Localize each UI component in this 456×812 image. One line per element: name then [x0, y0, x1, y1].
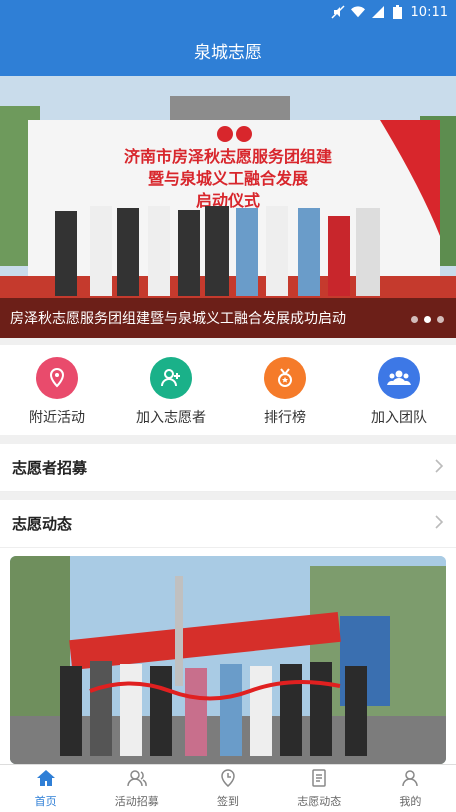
tab-label: 首页	[34, 794, 57, 808]
news-card[interactable]	[0, 548, 456, 764]
banner-carousel[interactable]: 济南市房泽秋志愿服务团组建 暨与泉城义工融合发展 启动仪式 房泽秋志愿服务团组建…	[0, 76, 456, 338]
quick-action-label: 附近活动	[29, 410, 85, 426]
tab-mine[interactable]: 我的	[365, 765, 456, 812]
banner-stage-line2: 暨与泉城义工融合发展	[148, 169, 309, 188]
carousel-dot[interactable]	[437, 316, 444, 323]
tab-label: 活动招募	[114, 794, 159, 808]
section-title: 志愿动态	[12, 515, 73, 533]
home-icon	[36, 769, 56, 793]
quick-action-ranking[interactable]: 排行榜	[228, 345, 342, 435]
tab-checkin[interactable]: 签到	[182, 765, 273, 812]
tab-label: 志愿动态	[297, 794, 342, 808]
carousel-dot[interactable]	[411, 316, 418, 323]
medal-icon	[264, 357, 306, 399]
checkin-icon	[219, 768, 237, 793]
quick-action-label: 加入志愿者	[136, 410, 206, 426]
quick-action-label: 排行榜	[264, 410, 306, 426]
section-title: 志愿者招募	[12, 459, 88, 477]
chevron-right-icon	[434, 513, 444, 534]
tab-volunteer-news[interactable]: 志愿动态	[274, 765, 365, 812]
status-time: 10:11	[410, 4, 448, 20]
banner-caption: 房泽秋志愿服务团组建暨与泉城义工融合发展成功启动	[0, 298, 456, 338]
signal-icon	[371, 5, 385, 19]
tab-activity-recruit[interactable]: 活动招募	[91, 765, 182, 812]
section-news[interactable]: 志愿动态	[0, 500, 456, 548]
quick-actions: 附近活动 加入志愿者 排行榜 加入团队	[0, 345, 456, 435]
location-icon	[36, 357, 78, 399]
carousel-dot-active[interactable]	[424, 316, 431, 323]
status-bar: 10:11	[0, 0, 456, 24]
add-person-icon	[150, 357, 192, 399]
section-recruit[interactable]: 志愿者招募	[0, 444, 456, 492]
team-icon	[378, 357, 420, 399]
people-icon	[127, 769, 147, 793]
document-icon	[310, 768, 328, 793]
tab-label: 签到	[217, 794, 239, 808]
mute-icon	[331, 5, 345, 19]
banner-stage-line1: 济南市房泽秋志愿服务团组建	[124, 147, 332, 166]
bottom-tab-bar: 首页 活动招募 签到 志愿动态 我的	[0, 764, 456, 812]
page-title: 泉城志愿	[194, 42, 262, 63]
quick-action-label: 加入团队	[371, 410, 427, 426]
user-icon	[401, 769, 419, 793]
quick-action-nearby[interactable]: 附近活动	[0, 345, 114, 435]
tab-home[interactable]: 首页	[0, 765, 91, 812]
chevron-right-icon	[434, 457, 444, 478]
app-bar: 泉城志愿	[0, 24, 456, 76]
carousel-indicator	[411, 316, 444, 323]
wifi-icon	[350, 5, 365, 19]
news-photo	[10, 556, 446, 764]
battery-icon	[391, 5, 405, 19]
quick-action-join-team[interactable]: 加入团队	[342, 345, 456, 435]
tab-label: 我的	[399, 794, 422, 808]
quick-action-join-volunteer[interactable]: 加入志愿者	[114, 345, 228, 435]
